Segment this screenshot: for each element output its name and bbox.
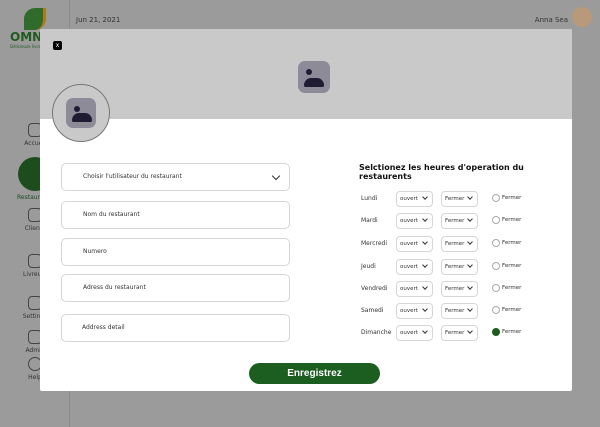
phone-input[interactable]: Numero xyxy=(61,238,290,266)
image-icon xyxy=(66,98,96,128)
closed-radio[interactable] xyxy=(492,306,500,314)
owner-select[interactable]: Choisir l'utilisateur du restaurant xyxy=(61,163,290,191)
closed-radio[interactable] xyxy=(492,239,500,247)
day-label: Mercredi xyxy=(361,240,388,247)
day-label: Samedi xyxy=(361,307,384,314)
day-label: Mardi xyxy=(361,217,378,224)
chevron-down-icon xyxy=(422,284,428,290)
close-time-select[interactable]: Fermer xyxy=(441,236,478,252)
close-time-select[interactable]: Fermer xyxy=(441,325,478,341)
profile-image-upload[interactable] xyxy=(52,84,110,142)
address-input[interactable]: Adress du restaurant xyxy=(61,274,290,302)
chevron-down-icon xyxy=(422,328,428,334)
chevron-down-icon xyxy=(422,239,428,245)
chevron-down-icon xyxy=(422,194,428,200)
open-time-select[interactable]: ouvert xyxy=(396,325,433,341)
day-label: Dimanche xyxy=(361,329,392,336)
day-label: Vendredi xyxy=(361,285,388,292)
open-time-select[interactable]: ouvert xyxy=(396,259,433,275)
closed-radio[interactable] xyxy=(492,194,500,202)
cover-image-area[interactable]: x xyxy=(40,29,572,119)
day-label: Jeudi xyxy=(361,263,376,270)
chevron-down-icon xyxy=(467,239,473,245)
close-time-select[interactable]: Fermer xyxy=(441,303,478,319)
user-menu[interactable]: Anna Sea xyxy=(535,16,568,24)
chevron-down-icon xyxy=(467,194,473,200)
close-time-select[interactable]: Fermer xyxy=(441,213,478,229)
chevron-down-icon xyxy=(271,171,281,181)
closed-label: Fermer xyxy=(502,285,522,291)
close-button[interactable]: x xyxy=(53,41,62,50)
open-time-select[interactable]: ouvert xyxy=(396,281,433,297)
closed-radio[interactable] xyxy=(492,262,500,270)
chevron-down-icon xyxy=(422,216,428,222)
closed-label: Fermer xyxy=(502,217,522,223)
chevron-down-icon xyxy=(467,306,473,312)
chevron-down-icon xyxy=(422,262,428,268)
address-detail-input[interactable]: Address detail xyxy=(61,314,290,342)
closed-radio[interactable] xyxy=(492,328,500,336)
closed-radio[interactable] xyxy=(492,284,500,292)
closed-label: Fermer xyxy=(502,195,522,201)
day-label: Lundi xyxy=(361,195,378,202)
chevron-down-icon xyxy=(467,216,473,222)
close-time-select[interactable]: Fermer xyxy=(441,281,478,297)
chevron-down-icon xyxy=(467,262,473,268)
open-time-select[interactable]: ouvert xyxy=(396,191,433,207)
closed-label: Fermer xyxy=(502,307,522,313)
closed-label: Fermer xyxy=(502,240,522,246)
close-time-select[interactable]: Fermer xyxy=(441,191,478,207)
hours-title: Selctionez les heures d'operation du res… xyxy=(359,163,524,181)
open-time-select[interactable]: ouvert xyxy=(396,236,433,252)
add-restaurant-modal: x Choisir l'utilisateur du restaurant No… xyxy=(40,29,572,391)
closed-radio[interactable] xyxy=(492,216,500,224)
closed-label: Fermer xyxy=(502,263,522,269)
chevron-down-icon xyxy=(467,284,473,290)
restaurant-name-input[interactable]: Nom du restaurant xyxy=(61,201,290,229)
avatar[interactable] xyxy=(572,7,592,27)
date-display: Jun 21, 2021 xyxy=(76,16,121,24)
close-time-select[interactable]: Fermer xyxy=(441,259,478,275)
chevron-down-icon xyxy=(467,328,473,334)
chevron-down-icon xyxy=(422,306,428,312)
open-time-select[interactable]: ouvert xyxy=(396,303,433,319)
open-time-select[interactable]: ouvert xyxy=(396,213,433,229)
save-button[interactable]: Enregistrez xyxy=(249,363,380,384)
closed-label: Fermer xyxy=(502,329,522,335)
image-icon xyxy=(298,61,330,93)
